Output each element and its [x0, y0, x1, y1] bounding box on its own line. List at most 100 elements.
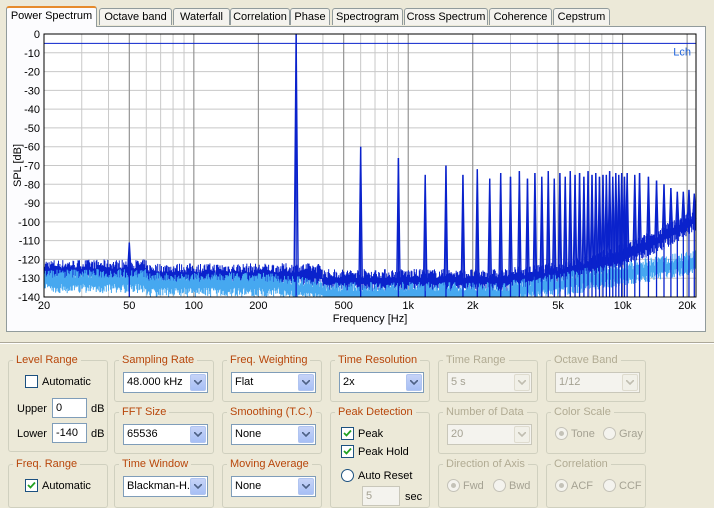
power-spectrum-panel: Lch 0 -10 -20 -30 -40 -50 -60 -70 -80 -90 -100 -110 -… — [6, 26, 706, 332]
peak-detection-group: Peak Detection Peak Peak Hold Auto Reset… — [330, 405, 430, 508]
ccf-radio[interactable] — [603, 479, 616, 492]
chevron-down-icon[interactable] — [298, 478, 314, 495]
acf-radio[interactable] — [555, 479, 568, 492]
y-tick-label: -60 — [24, 142, 40, 154]
freq-range-title: Freq. Range — [13, 457, 81, 471]
tab-coherence[interactable]: Coherence — [489, 8, 552, 25]
tone-label: Tone — [571, 428, 595, 440]
time-range-select[interactable]: 5 s — [447, 372, 532, 393]
peak-detection-title: Peak Detection — [335, 405, 416, 419]
y-tick-label: -50 — [24, 123, 40, 135]
time-window-select[interactable]: Blackman-H... — [123, 476, 208, 497]
freq-weighting-group: Freq. Weighting Flat — [222, 353, 322, 402]
x-tick-label: 500 — [335, 300, 353, 312]
y-tick-label: -90 — [24, 198, 40, 210]
sampling-rate-group: Sampling Rate 48.000 kHz — [114, 353, 214, 402]
tone-radio[interactable] — [555, 427, 568, 440]
y-tick-label: -100 — [18, 217, 40, 229]
tab-cepstrum[interactable]: Cepstrum — [553, 8, 610, 25]
x-tick-label: 50 — [123, 300, 135, 312]
smoothing-select[interactable]: None — [231, 424, 316, 445]
moving-average-group: Moving Average None — [222, 457, 322, 508]
number-of-data-title: Number of Data — [443, 405, 527, 419]
time-resolution-group: Time Resolution 2x — [330, 353, 430, 402]
time-resolution-title: Time Resolution — [335, 353, 421, 367]
time-range-title: Time Range — [443, 353, 509, 367]
auto-reset-label: Auto Reset — [358, 470, 413, 482]
chevron-down-icon[interactable] — [298, 426, 314, 443]
upper-unit: dB — [91, 403, 105, 415]
freq-weighting-value: Flat — [235, 376, 254, 388]
number-of-data-select[interactable]: 20 — [447, 424, 532, 445]
x-tick-label: 10k — [614, 300, 632, 312]
auto-reset-input[interactable]: 5 — [362, 486, 400, 506]
octave-band-value: 1/12 — [559, 376, 581, 388]
x-tick-label: 5k — [552, 300, 564, 312]
y-tick-label: -40 — [24, 104, 40, 116]
chevron-down-icon[interactable] — [406, 374, 422, 391]
x-tick-label: 2k — [467, 300, 479, 312]
tab-octave-band[interactable]: Octave band — [99, 8, 172, 25]
tab-waterfall[interactable]: Waterfall — [173, 8, 230, 25]
fft-size-select[interactable]: 65536 — [123, 424, 208, 445]
time-range-value: 5 s — [451, 376, 466, 388]
acf-label: ACF — [571, 480, 593, 492]
power-spectrum-chart[interactable]: Lch 0 -10 -20 -30 -40 -50 -60 -70 -80 -90 -100 -110 -… — [7, 27, 705, 331]
moving-average-title: Moving Average — [227, 457, 312, 471]
correlation-group: Correlation ACF CCF — [546, 457, 646, 508]
color-scale-group: Color Scale Tone Gray — [546, 405, 646, 454]
tab-correlation[interactable]: Correlation — [230, 8, 290, 25]
time-resolution-select[interactable]: 2x — [339, 372, 424, 393]
y-tick-label: -10 — [24, 48, 40, 60]
x-axis-label: Frequency [Hz] — [333, 313, 408, 325]
level-automatic-checkbox[interactable] — [25, 375, 38, 388]
chevron-down-icon[interactable] — [514, 374, 530, 391]
octave-band-select[interactable]: 1/12 — [555, 372, 640, 393]
ccf-label: CCF — [619, 480, 642, 492]
y-tick-label: -20 — [24, 67, 40, 79]
fft-size-group: FFT Size 65536 — [114, 405, 214, 454]
sampling-rate-select[interactable]: 48.000 kHz — [123, 372, 208, 393]
lower-unit: dB — [91, 428, 105, 440]
sampling-rate-title: Sampling Rate — [119, 353, 198, 367]
chevron-down-icon[interactable] — [190, 478, 206, 495]
peak-hold-label: Peak Hold — [358, 446, 409, 458]
chevron-down-icon[interactable] — [190, 426, 206, 443]
upper-label: Upper — [17, 403, 47, 415]
fft-size-value: 65536 — [127, 428, 158, 440]
smoothing-title: Smoothing (T.C.) — [227, 405, 316, 419]
bwd-radio[interactable] — [493, 479, 506, 492]
time-window-value: Blackman-H... — [127, 480, 197, 492]
x-tick-label: 20 — [38, 300, 50, 312]
chevron-down-icon[interactable] — [298, 374, 314, 391]
tab-spectrogram[interactable]: Spectrogram — [332, 8, 403, 25]
chevron-down-icon[interactable] — [622, 374, 638, 391]
freq-weighting-select[interactable]: Flat — [231, 372, 316, 393]
bwd-label: Bwd — [509, 480, 531, 492]
direction-of-axis-group: Direction of Axis Fwd Bwd — [438, 457, 538, 508]
lower-input[interactable]: -140 — [52, 423, 87, 443]
upper-input[interactable]: 0 — [52, 398, 87, 418]
fwd-radio[interactable] — [447, 479, 460, 492]
y-tick-label: -110 — [19, 236, 40, 248]
tab-cross-spectrum[interactable]: Cross Spectrum — [404, 8, 488, 25]
tab-phase[interactable]: Phase — [290, 8, 330, 25]
freq-automatic-checkbox[interactable] — [25, 479, 38, 492]
correlation-title: Correlation — [551, 457, 611, 471]
divider — [0, 342, 714, 344]
auto-reset-radio[interactable] — [341, 469, 354, 482]
chevron-down-icon[interactable] — [190, 374, 206, 391]
peak-checkbox[interactable] — [341, 427, 354, 440]
smoothing-value: None — [235, 428, 262, 440]
peak-hold-checkbox[interactable] — [341, 445, 354, 458]
moving-average-select[interactable]: None — [231, 476, 316, 497]
y-tick-label: -80 — [24, 179, 40, 191]
gray-radio[interactable] — [603, 427, 616, 440]
tab-power-spectrum[interactable]: Power Spectrum — [6, 6, 97, 27]
chevron-down-icon[interactable] — [514, 426, 530, 443]
fwd-label: Fwd — [463, 480, 484, 492]
freq-range-group: Freq. Range Automatic — [8, 457, 108, 508]
x-tick-label: 1k — [402, 300, 414, 312]
freq-automatic-label: Automatic — [42, 480, 91, 492]
level-range-title: Level Range — [13, 353, 81, 367]
